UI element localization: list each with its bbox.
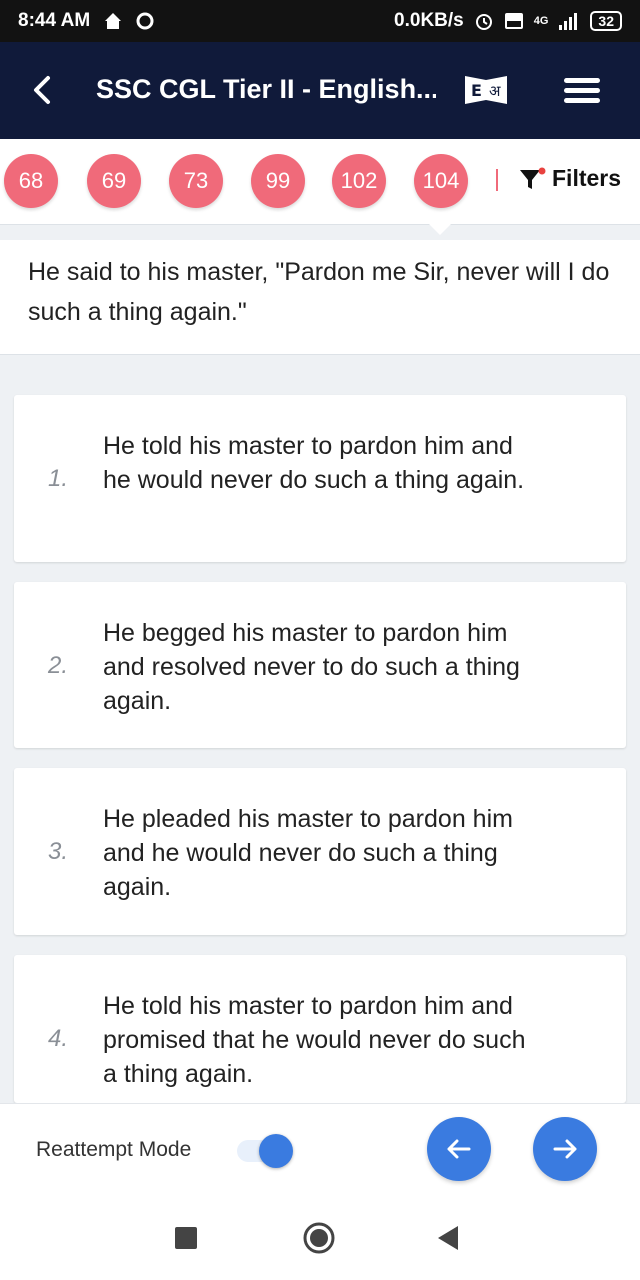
status-bar: 8:44 AM 0.0KB/s 4G 32 <box>0 0 640 42</box>
arrow-left-icon <box>447 1139 471 1159</box>
recents-icon[interactable] <box>175 1227 197 1249</box>
option-4[interactable]: 4. He told his master to pardon him and … <box>14 955 626 1103</box>
option-number: 3. <box>48 838 69 865</box>
question-number-69[interactable]: 69 <box>87 154 141 208</box>
question-number-68[interactable]: 68 <box>4 154 58 208</box>
question-number-102[interactable]: 102 <box>332 154 386 208</box>
back-nav-icon[interactable] <box>438 1226 460 1250</box>
status-time: 8:44 AM <box>18 10 91 31</box>
alarm-icon <box>475 14 492 30</box>
next-question-button[interactable] <box>533 1117 597 1181</box>
system-nav-bar <box>0 1195 640 1280</box>
back-arrow-icon[interactable] <box>26 72 62 108</box>
current-question-pointer <box>429 224 451 235</box>
reattempt-mode-label: Reattempt Mode <box>36 1138 192 1161</box>
home-icon <box>105 13 122 29</box>
question-number-73[interactable]: 73 <box>169 154 223 208</box>
option-text: He told his master to pardon him and pro… <box>103 992 526 1088</box>
option-number: 2. <box>48 652 69 679</box>
network-speed: 0.0KB/s <box>394 10 464 31</box>
filters-button[interactable]: Filters <box>518 165 621 192</box>
circle-icon <box>136 12 154 30</box>
partial-question-number <box>496 169 498 191</box>
menu-icon[interactable] <box>564 78 600 104</box>
question-number-104[interactable]: 104 <box>414 154 468 208</box>
home-button-icon[interactable] <box>303 1222 335 1254</box>
page-title: SSC CGL Tier II - English... <box>96 74 436 104</box>
option-text: He pleaded his master to pardon him and … <box>103 805 513 901</box>
option-number: 1. <box>48 465 69 492</box>
battery-indicator: 32 <box>590 11 622 31</box>
arrow-right-icon <box>553 1139 577 1159</box>
svg-text:अ: अ <box>489 82 501 100</box>
option-number: 4. <box>48 1025 69 1052</box>
option-2[interactable]: 2. He begged his master to pardon him an… <box>14 582 626 748</box>
svg-text:E: E <box>471 81 482 100</box>
question-number-99[interactable]: 99 <box>251 154 305 208</box>
app-bar: SSC CGL Tier II - English... E अ <box>0 42 640 139</box>
previous-question-button[interactable] <box>427 1117 491 1181</box>
option-3[interactable]: 3. He pleaded his master to pardon him a… <box>14 768 626 935</box>
filters-label: Filters <box>552 165 622 191</box>
reattempt-mode-toggle[interactable] <box>237 1134 295 1168</box>
bottom-action-bar: Reattempt Mode <box>0 1103 640 1195</box>
option-text: He begged his master to pardon him and r… <box>103 619 520 715</box>
option-1[interactable]: 1. He told his master to pardon him and … <box>14 395 626 562</box>
signal-icon <box>559 13 578 30</box>
volte-icon <box>504 13 523 29</box>
question-text: He said to his master, "Pardon me Sir, n… <box>0 240 640 355</box>
question-number-bar: 68 69 73 99 102 104 Filters <box>0 139 640 225</box>
language-toggle-icon[interactable]: E अ <box>463 72 509 108</box>
filter-icon <box>520 167 546 189</box>
option-text: He told his master to pardon him and he … <box>103 432 525 494</box>
network-type: 4G <box>533 15 549 27</box>
